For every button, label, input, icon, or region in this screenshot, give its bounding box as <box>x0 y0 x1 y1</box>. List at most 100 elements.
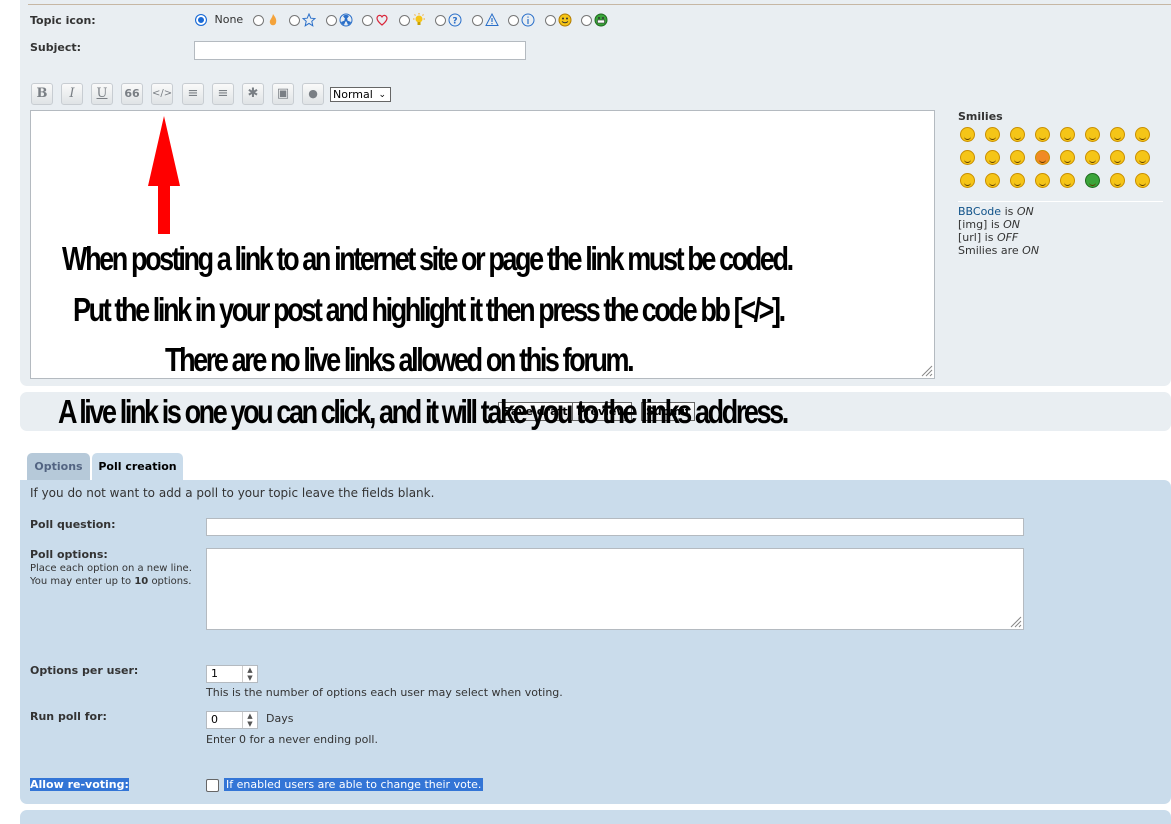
url-status: [url] is OFF <box>958 231 1018 244</box>
color-button[interactable]: ● <box>302 83 324 105</box>
poll-options-label: Poll options: <box>30 548 108 561</box>
smiley-icon[interactable] <box>1010 127 1025 142</box>
grin-icon <box>594 13 608 27</box>
topic-icon-star-radio[interactable] <box>289 14 301 26</box>
run-poll-for-explain: Enter 0 for a never ending poll. <box>206 733 378 746</box>
run-poll-for-unit: Days <box>266 712 294 725</box>
bold-button[interactable]: B <box>31 83 53 105</box>
url-is: is <box>984 231 994 244</box>
topic-icon-question-radio[interactable] <box>435 14 447 26</box>
topic-icon-none-label: None <box>214 13 244 26</box>
smiley-icon[interactable] <box>1085 127 1100 142</box>
font-size-value: Normal <box>333 88 373 101</box>
underline-button[interactable]: U <box>91 83 113 105</box>
smiley-icon[interactable] <box>1010 150 1025 165</box>
topic-icon-smiley-radio[interactable] <box>544 14 556 26</box>
smiley-icon[interactable] <box>1110 127 1125 142</box>
url-label: [url] <box>958 231 982 244</box>
smiley-icon[interactable] <box>1135 150 1150 165</box>
quote-button[interactable]: 66 <box>121 83 143 105</box>
run-poll-for-stepper[interactable]: 0 ▲ ▼ <box>206 711 258 729</box>
annotation-line-3: There are no live links allowed on this … <box>165 341 635 379</box>
smiley-icon[interactable] <box>960 127 975 142</box>
smiley-icon[interactable] <box>1135 127 1150 142</box>
allow-revoting-label: Allow re-voting: <box>30 778 129 791</box>
italic-button[interactable]: I <box>61 83 83 105</box>
topic-icon-heart-radio[interactable] <box>362 14 374 26</box>
smiley-icon[interactable] <box>1110 150 1125 165</box>
topic-icon-label: Topic icon: <box>30 14 96 27</box>
svg-text:?: ? <box>453 17 458 27</box>
subject-input[interactable] <box>194 41 526 60</box>
smiley-icon[interactable] <box>1135 173 1150 188</box>
topic-icon-radioactive-radio[interactable] <box>325 14 337 26</box>
tab-poll-creation[interactable]: Poll creation <box>92 453 183 480</box>
question-icon: ? <box>448 13 462 27</box>
resize-handle-icon[interactable] <box>919 363 933 377</box>
topic-icon-fire-radio[interactable] <box>252 14 264 26</box>
smilies-label: Smilies are <box>958 244 1019 257</box>
topic-icon-info-radio[interactable] <box>508 14 520 26</box>
chevron-down-icon: ⌄ <box>378 90 386 100</box>
run-poll-for-value: 0 <box>211 713 218 726</box>
run-poll-for-label: Run poll for: <box>30 710 107 723</box>
smiley-icon[interactable] <box>1035 127 1050 142</box>
info-icon <box>521 13 535 27</box>
img-is: is <box>990 218 1000 231</box>
smiley-icon[interactable] <box>1085 150 1100 165</box>
topic-icon-none-radio[interactable] <box>195 14 207 26</box>
topic-icon-grin-radio[interactable] <box>581 14 593 26</box>
url-state: OFF <box>996 231 1019 244</box>
img-status: [img] is ON <box>958 218 1020 231</box>
smilies-status: Smilies are ON <box>958 244 1039 257</box>
bbcode-link[interactable]: BBCode <box>958 205 1001 218</box>
smiley-icon[interactable] <box>1035 173 1050 188</box>
smiley-icon[interactable] <box>1060 150 1075 165</box>
smiley-icon[interactable] <box>985 150 1000 165</box>
smiley-icon[interactable] <box>1010 173 1025 188</box>
fire-icon <box>269 14 276 26</box>
star-icon <box>302 13 317 27</box>
topic-icon-lightbulb-radio[interactable] <box>398 14 410 26</box>
code-button[interactable]: </> <box>151 83 173 105</box>
image-button[interactable]: ▣ <box>272 83 294 105</box>
smiley-icon <box>558 13 572 27</box>
resize-handle-icon[interactable] <box>1008 614 1022 628</box>
stepper-arrows-icon[interactable]: ▲ ▼ <box>242 712 257 728</box>
poll-question-input[interactable] <box>206 518 1024 536</box>
smiley-icon[interactable] <box>960 150 975 165</box>
allow-revoting-checkbox[interactable] <box>206 779 219 792</box>
arrow-up-icon <box>148 116 180 234</box>
list-item-button[interactable]: ✱ <box>242 83 264 105</box>
smiley-icon[interactable] <box>1035 150 1050 165</box>
poll-options-explain-2: options. <box>151 576 192 587</box>
smilies-divider <box>958 201 1163 202</box>
numbered-list-button[interactable]: ≡ <box>212 83 234 105</box>
poll-options-explain: Place each option on a new line. You may… <box>30 562 195 588</box>
img-label: [img] <box>958 218 988 231</box>
smiley-icon[interactable] <box>1060 173 1075 188</box>
smiley-icon[interactable] <box>985 127 1000 142</box>
smiley-icon[interactable] <box>1085 173 1100 188</box>
stepper-arrows-icon[interactable]: ▲ ▼ <box>242 666 257 682</box>
smilies-title: Smilies <box>958 110 1003 123</box>
annotation-line-1: When posting a link to an internet site … <box>62 240 794 278</box>
radioactive-icon <box>339 13 353 27</box>
warning-icon <box>484 13 499 26</box>
options-per-user-stepper[interactable]: 1 ▲ ▼ <box>206 665 258 683</box>
smiley-icon[interactable] <box>1110 173 1125 188</box>
font-size-select[interactable]: Normal ⌄ <box>330 87 391 102</box>
top-divider <box>28 4 1171 5</box>
annotation-line-4: A live link is one you can click, and it… <box>58 393 789 431</box>
smiley-icon[interactable] <box>960 173 975 188</box>
options-per-user-explain: This is the number of options each user … <box>206 686 563 699</box>
smiley-icon[interactable] <box>985 173 1000 188</box>
list-button[interactable]: ≡ <box>182 83 204 105</box>
poll-intro: If you do not want to add a poll to your… <box>30 486 435 500</box>
smiley-icon[interactable] <box>1060 127 1075 142</box>
bbcode-status: BBCode is ON <box>958 205 1034 218</box>
tab-options[interactable]: Options <box>27 453 90 480</box>
topic-icon-warning-radio[interactable] <box>471 14 483 26</box>
poll-options-textarea[interactable] <box>206 548 1024 630</box>
img-state: ON <box>1003 218 1021 231</box>
